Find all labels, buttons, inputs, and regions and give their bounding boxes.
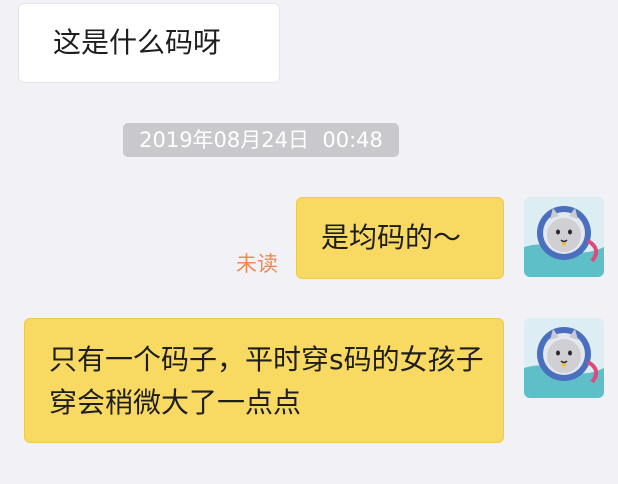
outgoing-message-bubble[interactable]: 是均码的～ — [296, 197, 504, 279]
unread-status: 未读 — [236, 252, 278, 276]
message-text: 是均码的～ — [321, 221, 462, 254]
cat-astronaut-avatar-icon — [524, 197, 604, 277]
cat-astronaut-avatar-icon[interactable] — [524, 318, 604, 398]
message-text: 这是什么码呀 — [53, 26, 222, 59]
message-text: 只有一个码子，平时穿s码的女孩子穿会稍微大了一点点 — [49, 343, 484, 419]
timestamp-text: 2019年08月24日 00:48 — [139, 128, 383, 152]
cat-astronaut-avatar-icon — [524, 318, 604, 398]
incoming-message-bubble[interactable]: 这是什么码呀 — [18, 3, 280, 83]
cat-astronaut-avatar-icon[interactable] — [524, 197, 604, 277]
outgoing-message-bubble[interactable]: 只有一个码子，平时穿s码的女孩子穿会稍微大了一点点 — [24, 318, 504, 443]
timestamp-divider: 2019年08月24日 00:48 — [123, 123, 399, 157]
